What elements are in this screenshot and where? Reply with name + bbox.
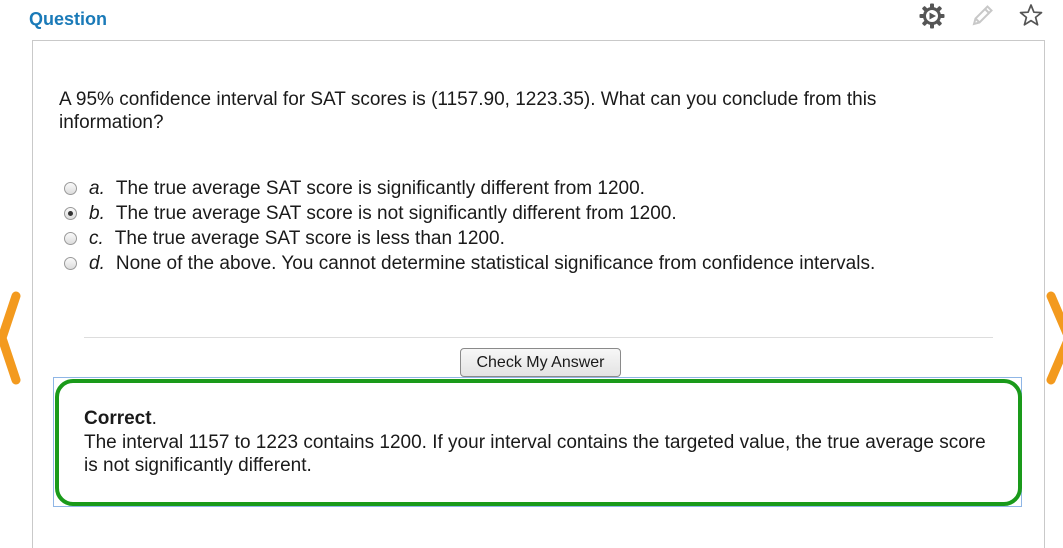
radio-button[interactable] <box>64 182 77 195</box>
radio-button[interactable] <box>64 232 77 245</box>
pencil-edit-icon[interactable] <box>968 2 996 30</box>
option-text: None of the above. You cannot determine … <box>115 252 876 274</box>
answer-options: a. The true average SAT score is signifi… <box>64 176 875 276</box>
radio-button[interactable] <box>64 257 77 270</box>
option-c[interactable]: c. The true average SAT score is less th… <box>64 226 875 251</box>
option-text: The true average SAT score is significan… <box>115 177 645 199</box>
check-answer-button[interactable]: Check My Answer <box>460 348 621 377</box>
option-text: The true average SAT score is not signif… <box>115 202 677 224</box>
option-a[interactable]: a. The true average SAT score is signifi… <box>64 176 875 201</box>
question-text: A 95% confidence interval for SAT scores… <box>59 89 877 133</box>
feedback-status: Correct. <box>84 408 157 430</box>
option-letter: b. <box>89 202 105 224</box>
option-b[interactable]: b. The true average SAT score is not sig… <box>64 201 875 226</box>
option-text: The true average SAT score is less than … <box>114 227 505 249</box>
question-page: Question A 95% confidence interval for S… <box>0 0 1063 548</box>
feedback-message: The interval 1157 to 1223 contains 1200.… <box>84 432 986 476</box>
feedback-status-label: Correct <box>84 408 152 429</box>
chevron-left-icon[interactable] <box>0 290 30 386</box>
radio-button-selected[interactable] <box>64 207 77 220</box>
option-letter: c. <box>89 227 104 249</box>
settings-gear-icon[interactable] <box>918 2 946 30</box>
question-heading: Question <box>29 9 108 29</box>
divider <box>84 337 993 338</box>
option-letter: a. <box>89 177 105 199</box>
option-d[interactable]: d. None of the above. You cannot determi… <box>64 251 875 276</box>
feedback-status-punct: . <box>151 408 157 429</box>
option-letter: d. <box>89 252 105 274</box>
star-favorite-icon[interactable] <box>1017 2 1045 30</box>
chevron-right-icon[interactable] <box>1043 290 1063 386</box>
